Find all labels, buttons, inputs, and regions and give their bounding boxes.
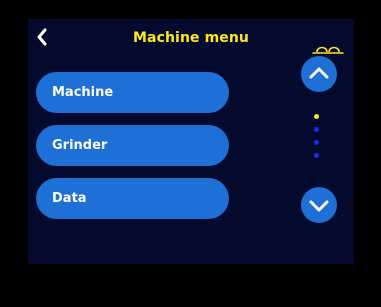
menu-item-data[interactable]: Data (36, 178, 229, 219)
machine-menu-screen: Machine menu Machine Grinder Data (28, 19, 354, 264)
scroll-up-button[interactable] (301, 56, 337, 92)
page-title: Machine menu (133, 30, 249, 46)
menu-item-label: Data (52, 191, 87, 206)
page-title-container: Machine menu (28, 30, 354, 46)
chevron-down-icon (309, 200, 329, 212)
page-dot (314, 140, 319, 145)
menu-item-label: Grinder (52, 138, 108, 153)
page-dot (314, 153, 319, 158)
page-dot-active (314, 114, 319, 119)
menu-item-grinder[interactable]: Grinder (36, 125, 229, 166)
chevron-up-icon (309, 67, 329, 79)
menu-item-machine[interactable]: Machine (36, 72, 229, 113)
menu-item-label: Machine (52, 85, 114, 100)
coffee-cups-icon (312, 39, 344, 54)
scroll-down-button[interactable] (301, 187, 337, 223)
page-dot (314, 127, 319, 132)
